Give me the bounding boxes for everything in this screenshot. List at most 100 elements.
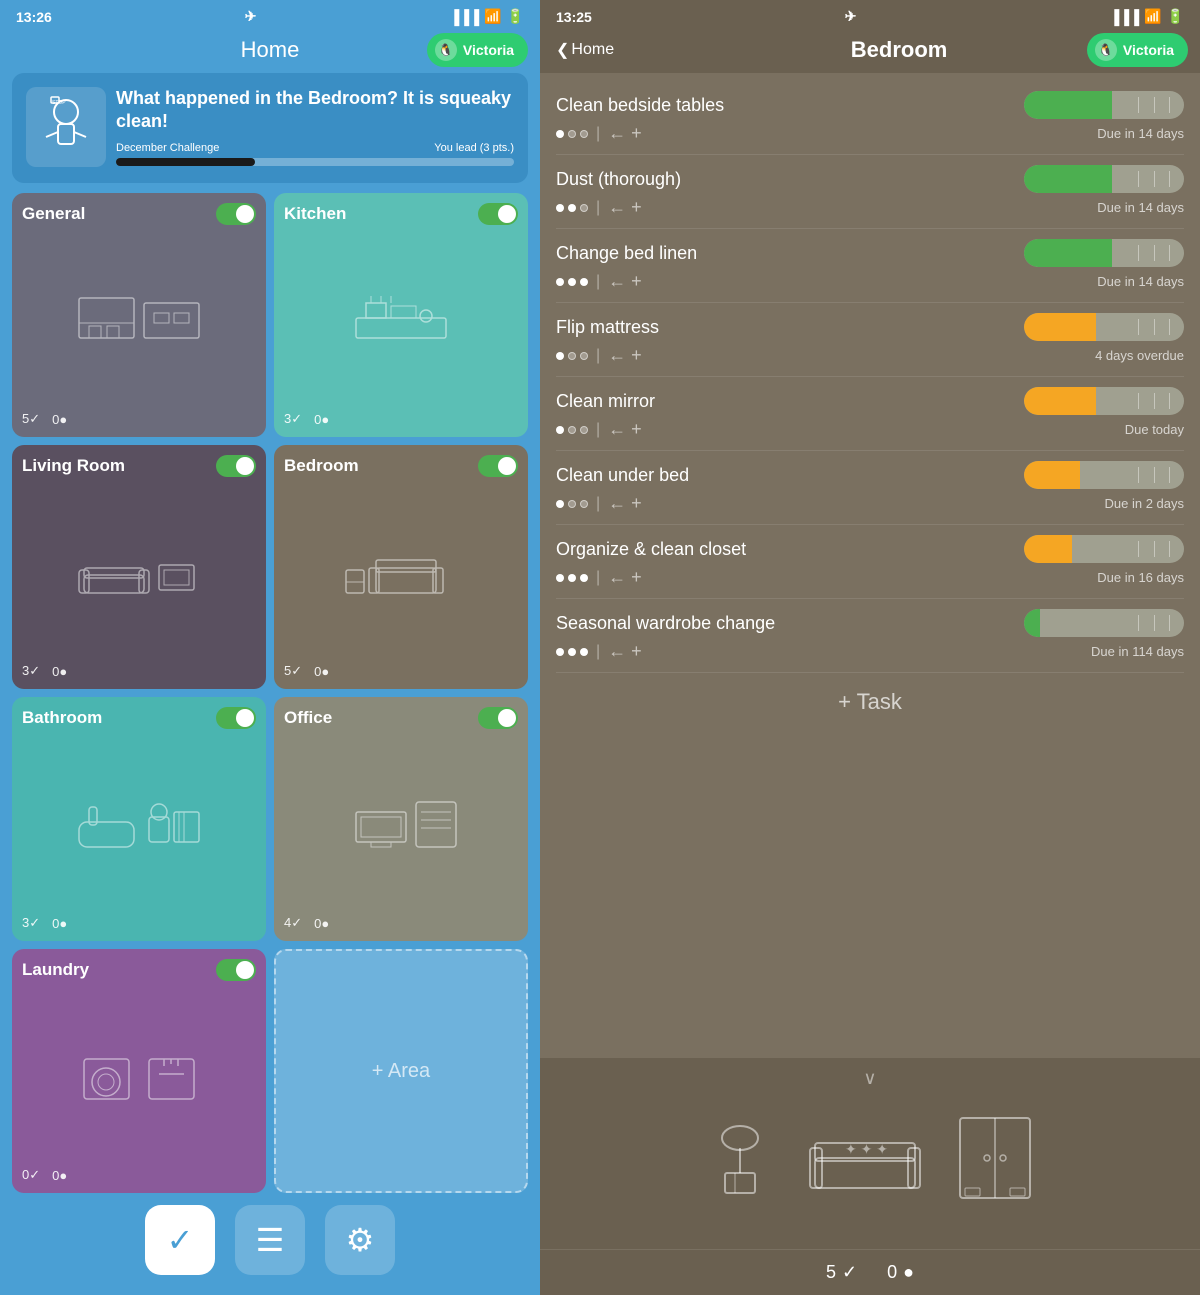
task-name-clean-mirror: Clean mirror	[556, 391, 655, 412]
checklist-icon: ✓	[167, 1221, 194, 1259]
battery-icon-right: 🔋	[1167, 8, 1184, 25]
room-card-office[interactable]: Office 4✓ 0●	[274, 697, 528, 941]
room-completed-general: 5✓	[22, 411, 40, 427]
task-controls-5[interactable]: ← +	[608, 419, 642, 440]
task-controls-7[interactable]: ← +	[608, 567, 642, 588]
task-item-dust-thorough: Dust (thorough) | ← +	[556, 155, 1184, 229]
profile-button-left[interactable]: 🐧 Victoria	[427, 33, 528, 67]
profile-name-right: Victoria	[1123, 42, 1174, 58]
task-fill-seasonal-wardrobe	[1024, 609, 1040, 637]
task-pill-change-bed-linen	[1024, 239, 1184, 267]
toggle-kitchen[interactable]	[478, 203, 518, 225]
toggle-bathroom[interactable]	[216, 707, 256, 729]
task-name-dust-thorough: Dust (thorough)	[556, 169, 681, 190]
task-fill-clean-bedside-tables	[1024, 91, 1112, 119]
toggle-laundry[interactable]	[216, 959, 256, 981]
room-pending-general: 0●	[52, 411, 67, 427]
task-top-clean-under-bed: Clean under bed	[556, 461, 1184, 489]
task-due-dust-thorough: Due in 14 days	[1097, 200, 1184, 215]
svg-text:✦ ✦ ✦: ✦ ✦ ✦	[845, 1141, 888, 1157]
room-header-laundry: Laundry	[22, 959, 256, 981]
room-illustration-living-room	[22, 477, 256, 663]
collapse-chevron-icon[interactable]: ∨	[863, 1068, 876, 1088]
task-pill-clean-bedside-tables	[1024, 91, 1184, 119]
profile-button-right[interactable]: 🐧 Victoria	[1087, 33, 1188, 67]
task-due-clean-under-bed: Due in 2 days	[1105, 496, 1185, 511]
toggle-general[interactable]	[216, 203, 256, 225]
room-card-general[interactable]: General 5✓ 0●	[12, 193, 266, 437]
task-due-organize-clean-closet: Due in 16 days	[1097, 570, 1184, 585]
task-item-clean-bedside-tables: Clean bedside tables | ← +	[556, 81, 1184, 155]
status-icons-right: ▐▐▐ 📶 🔋	[1109, 8, 1184, 25]
room-card-bathroom[interactable]: Bathroom 3✓ 0●	[12, 697, 266, 941]
room-preview-wrapper: ∨ ✦ ✦ ✦	[540, 1058, 1200, 1249]
toggle-living-room[interactable]	[216, 455, 256, 477]
task-controls-4[interactable]: ← +	[608, 345, 642, 366]
room-completed-bedroom: 5✓	[284, 663, 302, 679]
room-illustration-laundry	[22, 981, 256, 1167]
stat-pending: 0 ●	[887, 1262, 914, 1283]
task-name-flip-mattress: Flip mattress	[556, 317, 659, 338]
room-card-laundry[interactable]: Laundry 0✓ 0●	[12, 949, 266, 1193]
preview-lamp-icon	[705, 1118, 775, 1212]
room-card-living-room[interactable]: Living Room 3✓ 0●	[12, 445, 266, 689]
room-pending-office: 0●	[314, 915, 329, 931]
task-controls-6[interactable]: ← +	[608, 493, 642, 514]
add-task-button[interactable]: + Task	[556, 673, 1184, 731]
time-left: 13:26	[16, 9, 52, 25]
task-top-clean-mirror: Clean mirror	[556, 387, 1184, 415]
task-fill-flip-mattress	[1024, 313, 1096, 341]
room-card-kitchen[interactable]: Kitchen 3✓ 0●	[274, 193, 528, 437]
add-area-label[interactable]: + Area	[372, 1060, 430, 1083]
room-footer-office: 4✓ 0●	[284, 915, 518, 931]
promo-text: What happened in the Bedroom? It is sque…	[116, 87, 514, 166]
header-left: Home 🐧 Victoria	[0, 29, 540, 73]
task-bottom-clean-mirror: | ← + Due today	[556, 419, 1184, 440]
promo-illustration: STOP	[26, 87, 106, 167]
add-area-card[interactable]: + Area	[274, 949, 528, 1193]
task-dots-dust-thorough: | ← +	[556, 197, 642, 218]
room-completed-bathroom: 3✓	[22, 915, 40, 931]
room-card-bedroom[interactable]: Bedroom 5✓ 0●	[274, 445, 528, 689]
location-icon-right: ✈	[845, 8, 857, 25]
signal-icon: ▐▐▐	[449, 9, 479, 25]
status-bar-right: 13:25 ✈ ▐▐▐ 📶 🔋	[540, 0, 1200, 29]
toggle-bedroom[interactable]	[478, 455, 518, 477]
room-name-general: General	[22, 204, 85, 224]
task-controls-8[interactable]: ← +	[608, 641, 642, 662]
task-fill-organize-clean-closet	[1024, 535, 1072, 563]
room-footer-bedroom: 5✓ 0●	[284, 663, 518, 679]
back-button[interactable]: ❮ Home	[556, 40, 614, 60]
location-icon-left: ✈	[245, 8, 257, 25]
pill-dividers-6	[1124, 461, 1184, 489]
toggle-office[interactable]	[478, 707, 518, 729]
completed-count: 5	[826, 1262, 836, 1283]
task-fill-dust-thorough	[1024, 165, 1112, 193]
task-controls-2[interactable]: ← +	[608, 197, 642, 218]
task-fill-change-bed-linen	[1024, 239, 1112, 267]
nav-list-button[interactable]: ☰	[235, 1205, 305, 1275]
task-controls-3[interactable]: ← +	[608, 271, 642, 292]
task-item-change-bed-linen: Change bed linen | ← +	[556, 229, 1184, 303]
room-pending-laundry: 0●	[52, 1167, 67, 1183]
header-right: ❮ Home Bedroom 🐧 Victoria	[540, 29, 1200, 73]
room-completed-laundry: 0✓	[22, 1167, 40, 1183]
room-pending-kitchen: 0●	[314, 411, 329, 427]
task-due-seasonal-wardrobe: Due in 114 days	[1091, 644, 1184, 659]
nav-checklist-button[interactable]: ✓	[145, 1205, 215, 1275]
room-illustration-general	[22, 225, 256, 411]
task-name-clean-under-bed: Clean under bed	[556, 465, 689, 486]
nav-settings-button[interactable]: ⚙	[325, 1205, 395, 1275]
task-dots-flip-mattress: | ← +	[556, 345, 642, 366]
profile-icon-left: 🐧	[435, 39, 457, 61]
profile-name-left: Victoria	[463, 42, 514, 58]
pending-icon: ●	[903, 1262, 914, 1283]
preview-bed-icon: ✦ ✦ ✦	[805, 1118, 925, 1212]
room-pending-bedroom: 0●	[314, 663, 329, 679]
progress-bar-fill	[116, 158, 255, 166]
task-pill-flip-mattress	[1024, 313, 1184, 341]
task-due-clean-bedside-tables: Due in 14 days	[1097, 126, 1184, 141]
task-dots-clean-under-bed: | ← +	[556, 493, 642, 514]
room-name-bathroom: Bathroom	[22, 708, 102, 728]
task-controls[interactable]: ← +	[608, 123, 642, 144]
